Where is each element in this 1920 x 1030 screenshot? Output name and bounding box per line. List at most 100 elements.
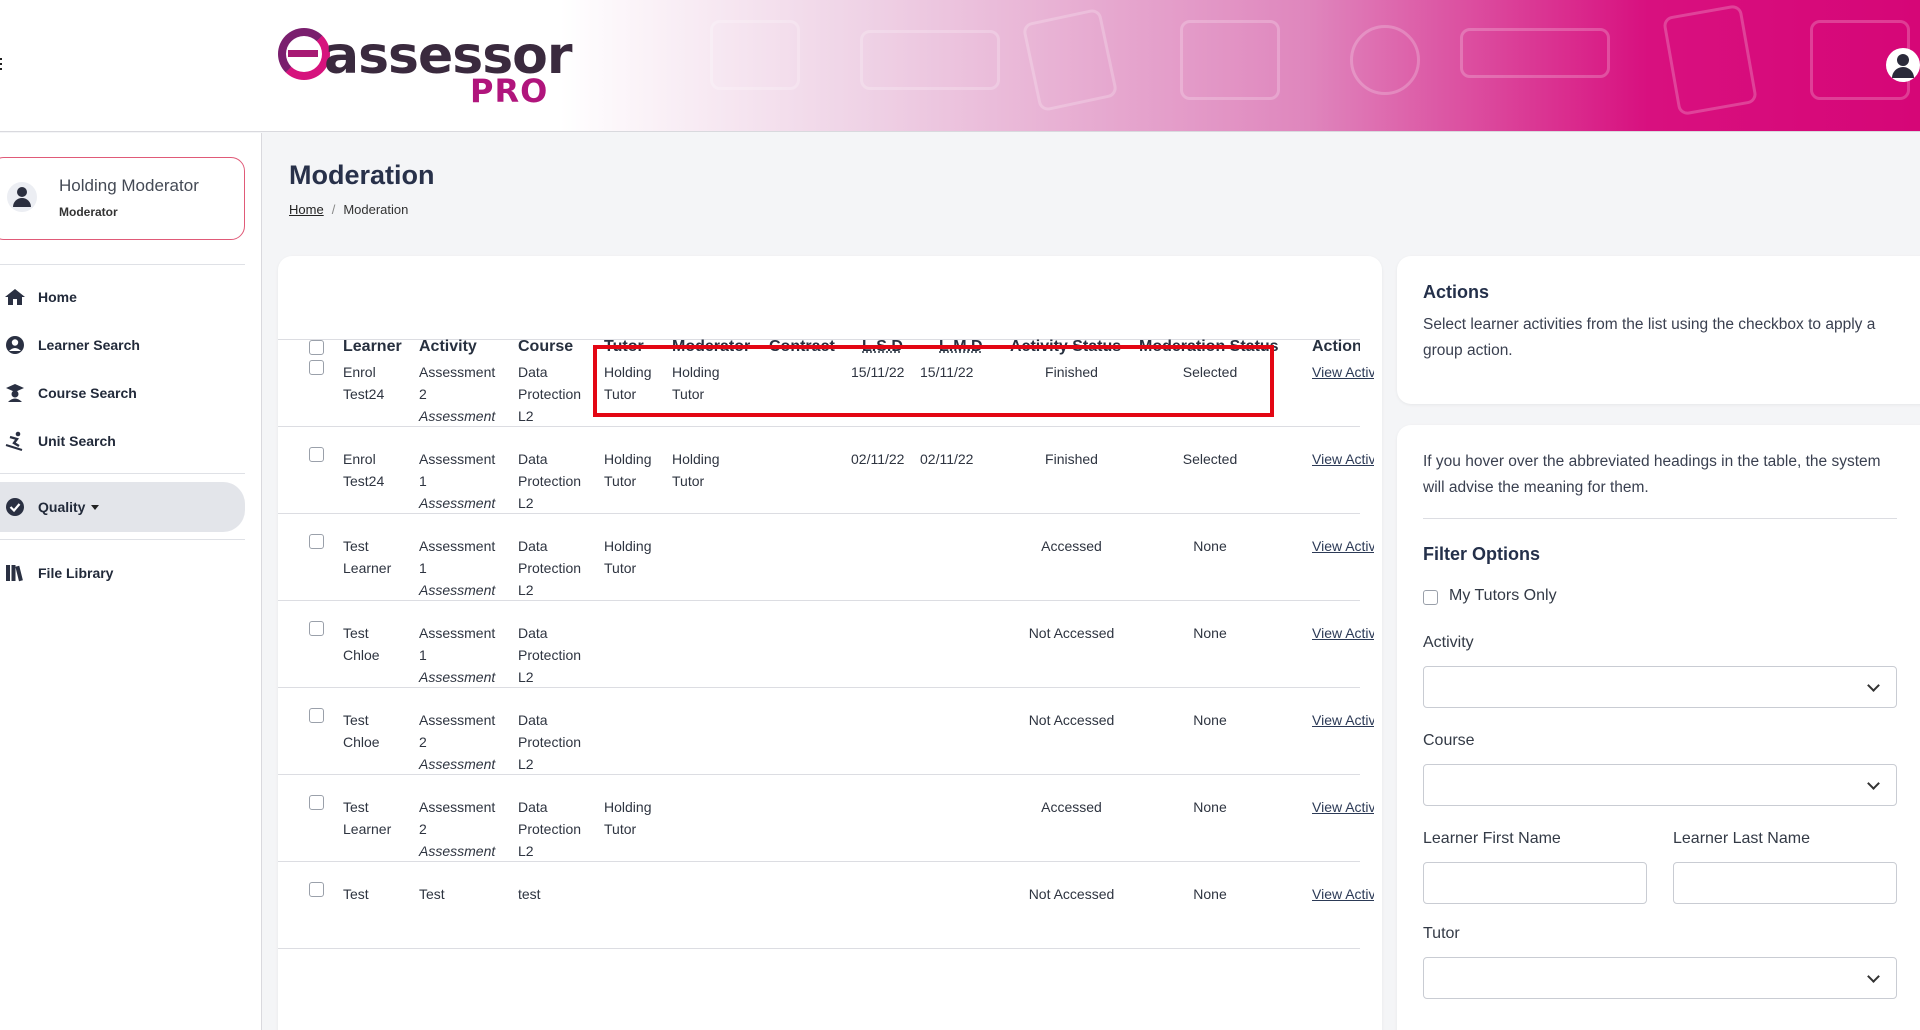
cell-line: Tutor	[672, 473, 705, 489]
actions-title: Actions	[1423, 282, 1490, 302]
breadcrumb-home-link[interactable]: Home	[289, 202, 324, 217]
view-activity-link[interactable]: View Activity	[1312, 883, 1374, 905]
table-cell: Assessment 1 Assessment	[419, 448, 495, 514]
cell-line: Tutor	[604, 821, 637, 837]
sidebar: Holding Moderator Moderator Home Learner…	[0, 133, 262, 1030]
view-activity-link[interactable]: View Activity	[1312, 796, 1374, 818]
row-checkbox[interactable]	[309, 447, 324, 462]
table-cell: Holding Tutor	[604, 796, 651, 840]
cell-line: Data	[518, 364, 548, 380]
cell-line: Not Accessed	[1028, 625, 1115, 641]
cell-line: test	[518, 886, 541, 902]
row-checkbox[interactable]	[309, 360, 324, 375]
sidebar-divider	[0, 473, 245, 474]
activity-select[interactable]	[1423, 666, 1897, 708]
table-row: Enrol Test24 Assessment 1 Assessment Data Prot…	[278, 427, 1374, 514]
row-checkbox[interactable]	[309, 708, 324, 723]
header-banner	[560, 0, 1920, 131]
cell-line: Protection	[518, 560, 582, 576]
filter-divider	[1423, 518, 1897, 519]
view-activity-link[interactable]: View Activity	[1312, 361, 1374, 383]
tutor-label: Tutor	[1423, 925, 1460, 942]
breadcrumb-separator: /	[331, 202, 336, 217]
eassessor-logo[interactable]: assessor PRO	[278, 24, 573, 110]
sidebar-item-learner-search[interactable]: Learner Search	[0, 326, 245, 364]
sidebar-item-file-library[interactable]: File Library	[0, 554, 245, 592]
table-cell: Enrol Test24	[343, 361, 384, 405]
profile-card[interactable]: Holding Moderator Moderator	[0, 157, 245, 240]
chevron-down-icon	[1867, 970, 1880, 983]
view-activity-link[interactable]: View Activity	[1312, 448, 1374, 470]
cell-line: 02/11/22	[851, 451, 905, 467]
view-activity-link[interactable]: View Activity	[1312, 535, 1374, 557]
breadcrumb: Home / Moderation	[289, 202, 408, 217]
table-cell: None	[1134, 622, 1286, 644]
table-cell: Not Accessed	[999, 883, 1144, 905]
cell-line: 2	[419, 734, 427, 750]
course-select[interactable]	[1423, 764, 1897, 806]
cell-line: Chloe	[343, 734, 380, 750]
row-checkbox[interactable]	[309, 534, 324, 549]
table-cell: Accessed	[999, 796, 1144, 818]
view-activity-link[interactable]: View Activity	[1312, 622, 1374, 644]
cell-line: L2	[518, 669, 534, 685]
breadcrumb-current: Moderation	[343, 202, 409, 217]
logo-pro: PRO	[470, 72, 549, 110]
chevron-down-icon	[1867, 679, 1880, 692]
learner-first-name-input[interactable]	[1423, 862, 1647, 904]
my-tutors-only-checkbox[interactable]	[1423, 590, 1438, 605]
cell-line: Not Accessed	[1028, 886, 1115, 902]
row-checkbox[interactable]	[309, 795, 324, 810]
cell-line: Learner	[343, 560, 392, 576]
tutor-select[interactable]	[1423, 957, 1897, 999]
cell-line: Data	[518, 799, 548, 815]
cell-line: Finished	[1045, 451, 1098, 467]
cell-line: 1	[419, 647, 427, 663]
sidebar-item-label: Quality	[38, 499, 86, 515]
sidebar-item-home[interactable]: Home	[0, 278, 245, 316]
table-cell: Data Protection L2	[518, 535, 581, 601]
table-cell: Accessed	[999, 535, 1144, 557]
activity-label: Activity	[1423, 634, 1474, 651]
cell-line: Holding	[672, 451, 720, 467]
user-account-icon[interactable]	[1886, 48, 1920, 82]
table-row: Test Chloe Assessment 1 Assessment Data Protec…	[278, 601, 1374, 688]
sidebar-item-course-search[interactable]: Course Search	[0, 374, 245, 412]
banner-decoration	[1180, 20, 1280, 100]
course-label: Course	[1423, 732, 1475, 749]
table-cell: None	[1134, 883, 1286, 905]
cell-line: Assessment	[419, 669, 496, 685]
cell-line: Assessment	[419, 712, 496, 728]
cell-line: Learner	[343, 821, 392, 837]
learner-first-name-label: Learner First Name	[1423, 830, 1561, 847]
cell-line: Protection	[518, 647, 582, 663]
table-cell: Data Protection L2	[518, 448, 581, 514]
learner-last-name-input[interactable]	[1673, 862, 1897, 904]
cell-line: Holding	[604, 538, 652, 554]
cell-line: None	[1193, 712, 1227, 728]
cell-line: Protection	[518, 821, 582, 837]
logo-e-mark	[278, 28, 330, 80]
row-checkbox[interactable]	[309, 621, 324, 636]
my-tutors-only-label: My Tutors Only	[1449, 587, 1557, 604]
view-activity-link[interactable]: View Activity	[1312, 709, 1374, 731]
cell-line: Assessment	[419, 625, 496, 641]
table-cell: Assessment 1 Assessment	[419, 622, 495, 688]
cell-line: L2	[518, 582, 534, 598]
actions-description: Select learner activities from the list …	[1423, 316, 1876, 359]
books-icon	[4, 563, 26, 583]
sidebar-item-unit-search[interactable]: Unit Search	[0, 422, 245, 460]
row-checkbox[interactable]	[309, 882, 324, 897]
cell-line: Assessment	[419, 451, 496, 467]
banner-decoration	[1021, 7, 1119, 113]
cell-line: Tutor	[604, 560, 637, 576]
menu-toggle-icon[interactable]	[0, 58, 6, 72]
cell-line: Not Accessed	[1028, 712, 1115, 728]
cell-line: Data	[518, 451, 548, 467]
table-row: Test Test test Not Accessed None View Activit…	[278, 862, 1374, 949]
cell-line: Assessment	[419, 538, 496, 554]
skiing-icon	[4, 431, 26, 451]
cell-line: 02/11/22	[920, 451, 974, 467]
cell-line: None	[1193, 538, 1227, 554]
sidebar-item-quality[interactable]: Quality	[0, 482, 245, 532]
